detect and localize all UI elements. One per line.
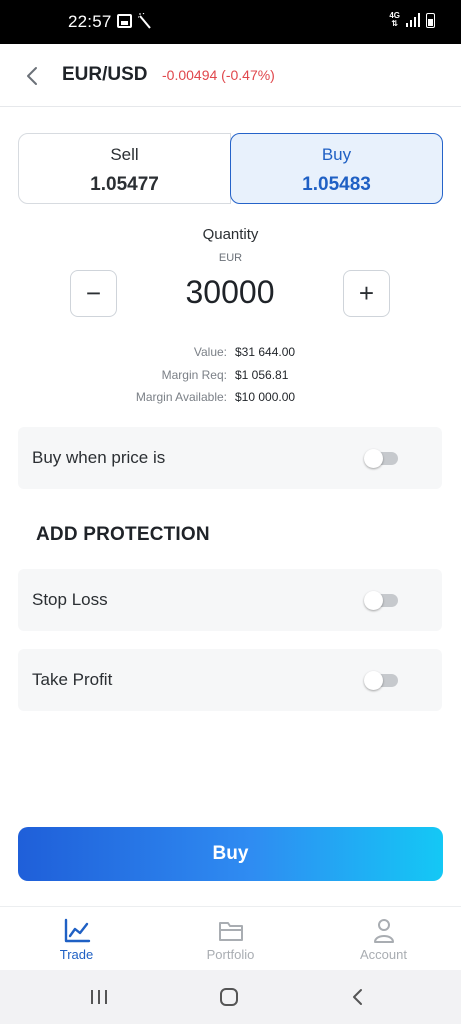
- take-profit-row: Take Profit: [18, 649, 442, 711]
- take-profit-label: Take Profit: [32, 670, 113, 689]
- quantity-unit: EUR: [218, 252, 243, 264]
- nav-account-label: Account: [360, 947, 407, 962]
- protection-heading: ADD PROTECTION: [36, 524, 210, 545]
- stop-loss-toggle[interactable]: [364, 591, 400, 610]
- price-change: -0.00494 (-0.47%): [162, 67, 275, 83]
- margin-req-amount: $1 056.81: [235, 368, 289, 382]
- recent-apps-icon: [91, 990, 107, 1004]
- network-type-icon: 4G ⇅: [389, 11, 400, 28]
- stop-loss-label: Stop Loss: [32, 590, 108, 609]
- person-icon: [373, 919, 394, 943]
- bottom-nav: Trade Portfolio Account: [0, 906, 461, 970]
- buy-submit-button[interactable]: Buy: [18, 827, 443, 881]
- sell-price: 1.05477: [90, 174, 159, 195]
- value-label: Value:: [193, 345, 227, 359]
- chevron-left-icon: [27, 67, 37, 85]
- status-bar: 22:57 4G ⇅: [0, 0, 461, 44]
- buy-option[interactable]: Buy 1.05483: [230, 133, 443, 204]
- increase-quantity-button[interactable]: +: [343, 270, 390, 317]
- nav-portfolio-label: Portfolio: [206, 947, 255, 962]
- limit-order-toggle[interactable]: [364, 449, 400, 468]
- take-profit-toggle[interactable]: [364, 671, 400, 690]
- toggle-knob: [364, 591, 383, 610]
- toggle-knob: [364, 449, 383, 468]
- recent-apps-button[interactable]: [87, 986, 111, 1008]
- home-icon: [220, 988, 238, 1006]
- system-nav-bar: [0, 970, 461, 1024]
- margin-available-amount: $10 000.00: [235, 390, 296, 404]
- quantity-label: Quantity: [202, 226, 259, 243]
- sell-label: Sell: [110, 145, 139, 164]
- value-amount: $31 644.00: [235, 345, 296, 359]
- folder-icon: [218, 922, 243, 941]
- nav-trade-label: Trade: [59, 947, 94, 962]
- quantity-value[interactable]: 30000: [130, 274, 330, 311]
- nav-portfolio[interactable]: Portfolio: [154, 907, 307, 971]
- signal-icon: [406, 13, 420, 27]
- limit-order-row: Buy when price is: [18, 427, 442, 489]
- battery-icon: [426, 12, 435, 28]
- nav-account[interactable]: Account: [307, 907, 460, 971]
- margin-req-label: Margin Req:: [161, 368, 227, 382]
- back-button[interactable]: [18, 62, 46, 90]
- home-button[interactable]: [217, 986, 241, 1008]
- buy-price: 1.05483: [302, 174, 371, 195]
- status-time: 22:57: [68, 12, 112, 31]
- limit-order-label: Buy when price is: [32, 448, 166, 467]
- back-arrow-icon: [353, 989, 362, 1005]
- sell-option[interactable]: Sell 1.05477: [18, 133, 231, 204]
- margin-available-label: Margin Available:: [135, 390, 227, 404]
- magic-wand-icon: [138, 13, 151, 29]
- chart-line-icon: [64, 918, 90, 943]
- stop-loss-row: Stop Loss: [18, 569, 442, 631]
- header: EUR/USD -0.00494 (-0.47%): [0, 44, 461, 107]
- system-back-button[interactable]: [345, 986, 369, 1008]
- instrument-title: EUR/USD: [62, 64, 148, 85]
- decrease-quantity-button[interactable]: −: [70, 270, 117, 317]
- gallery-icon: [117, 14, 132, 28]
- nav-trade[interactable]: Trade: [0, 907, 153, 971]
- buy-label: Buy: [321, 145, 352, 164]
- toggle-knob: [364, 671, 383, 690]
